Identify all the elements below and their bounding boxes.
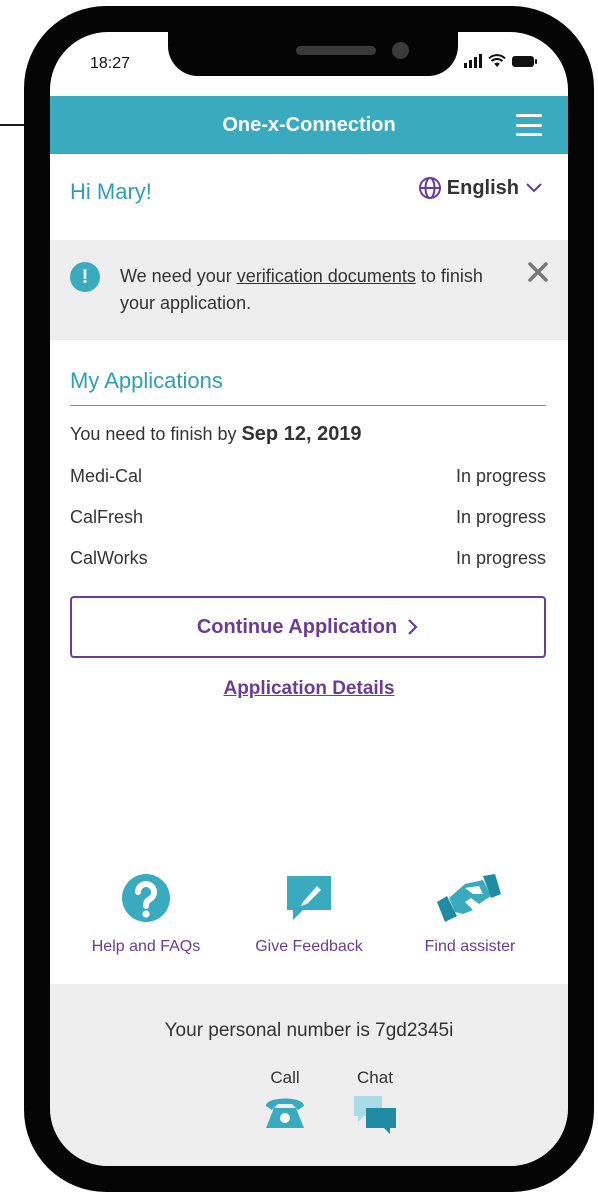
continue-application-button[interactable]: Continue Application	[70, 596, 546, 658]
wifi-icon	[488, 54, 506, 67]
give-feedback-action[interactable]: Give Feedback	[229, 872, 389, 956]
camera-icon	[392, 42, 409, 59]
language-selector[interactable]: English	[418, 176, 542, 200]
app-header: One-x-Connection	[50, 96, 568, 154]
question-icon	[122, 874, 170, 922]
verification-documents-link[interactable]: verification documents	[237, 266, 416, 286]
signal-icon	[464, 54, 482, 68]
feedback-icon	[287, 876, 331, 920]
application-details-link[interactable]: Application Details	[50, 678, 568, 700]
deadline-text: You need to finish by Sep 12, 2019	[70, 423, 362, 445]
application-row: CalWorks In progress	[70, 548, 546, 569]
footer-panel: Your personal number is 7gd2345i Call Ch…	[50, 984, 568, 1166]
phone-frame: 18:27 One-x-Connection Hi Mary! English …	[24, 6, 594, 1192]
chat-button[interactable]: Chat	[352, 1068, 398, 1136]
application-status: In progress	[455, 548, 546, 568]
help-faqs-action[interactable]: Help and FAQs	[66, 872, 226, 956]
continue-application-label: Continue Application	[196, 615, 398, 638]
application-name: CalFresh	[70, 507, 144, 527]
my-applications-title: My Applications	[70, 368, 546, 406]
chat-label: Chat	[357, 1068, 393, 1087]
personal-number-text: Your personal number is 7gd2345i	[164, 1020, 454, 1041]
speaker-grill	[296, 46, 376, 55]
help-faqs-label: Help and FAQs	[91, 938, 201, 955]
phone-icon	[266, 1098, 304, 1128]
call-button[interactable]: Call	[264, 1068, 306, 1130]
quick-actions: Help and FAQs Give Feedback Find assiste…	[50, 872, 568, 992]
application-status: In progress	[455, 507, 546, 527]
battery-icon	[512, 55, 537, 67]
app-title: One-x-Connection	[222, 113, 396, 136]
chevron-down-icon	[526, 183, 542, 193]
chevron-right-icon	[408, 619, 418, 635]
find-assister-action[interactable]: Find assister	[390, 872, 550, 956]
alert-message: We need your verification documents to f…	[120, 266, 483, 313]
greeting-text: Hi Mary!	[70, 179, 152, 204]
application-row: CalFresh In progress	[70, 507, 546, 528]
status-icons	[464, 54, 537, 68]
deadline-date: Sep 12, 2019	[241, 423, 362, 445]
status-time: 18:27	[90, 55, 131, 72]
application-name: CalWorks	[70, 548, 148, 568]
phone-notch	[168, 32, 458, 76]
exclamation-icon: !	[70, 262, 100, 292]
globe-icon	[418, 177, 441, 199]
call-label: Call	[270, 1068, 300, 1087]
application-name: Medi-Cal	[70, 466, 143, 486]
find-assister-label: Find assister	[424, 938, 516, 955]
application-status: In progress	[455, 466, 546, 486]
hamburger-menu-icon[interactable]	[516, 114, 542, 136]
verification-alert: ! We need your verification documents to…	[50, 240, 568, 340]
language-label: English	[446, 176, 519, 199]
handshake-icon	[437, 874, 501, 922]
give-feedback-label: Give Feedback	[255, 938, 363, 955]
application-row: Medi-Cal In progress	[70, 466, 546, 487]
chat-bubbles-icon	[354, 1096, 396, 1134]
close-icon[interactable]	[526, 260, 550, 284]
phone-screen: 18:27 One-x-Connection Hi Mary! English …	[50, 32, 568, 1166]
